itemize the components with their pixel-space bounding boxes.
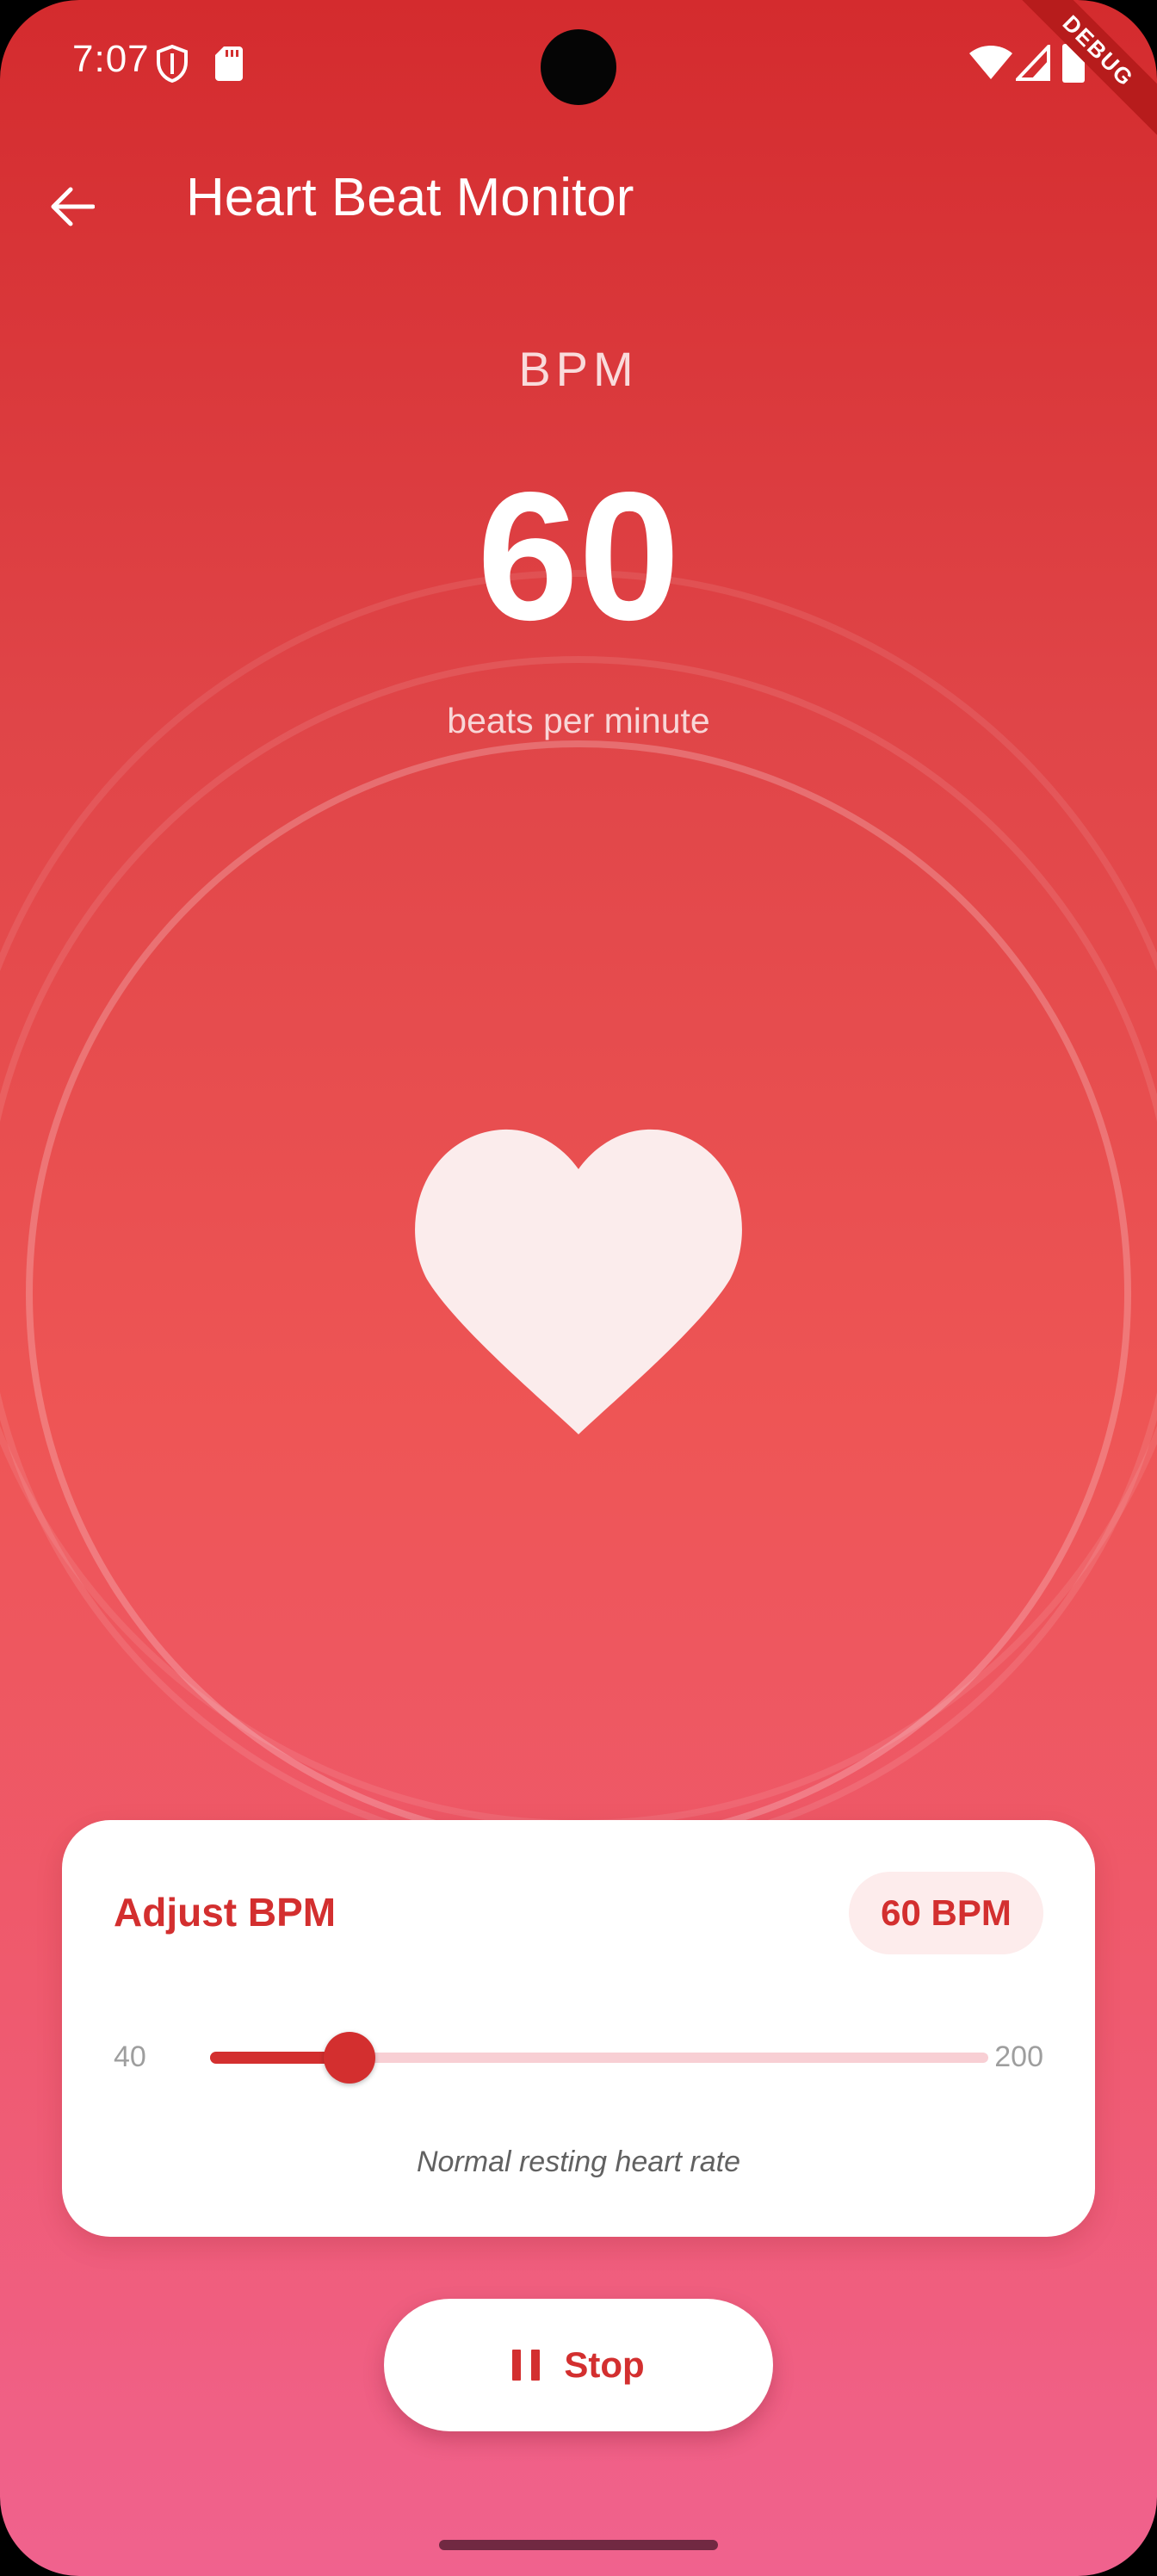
pause-icon [512, 2350, 541, 2381]
app-bar: Heart Beat Monitor [0, 146, 1157, 258]
wifi-icon [969, 46, 1012, 79]
page-title: Heart Beat Monitor [186, 168, 634, 227]
stop-button-label: Stop [564, 2344, 645, 2385]
bpm-slider[interactable] [210, 2018, 988, 2101]
card-title: Adjust BPM [114, 1890, 337, 1935]
screen: 7:07 DEBUG Heart Beat Monitor BPM 60 bea… [0, 0, 1157, 2576]
slider-thumb[interactable] [323, 2032, 375, 2084]
status-bar: 7:07 DEBUG [0, 0, 1157, 143]
bpm-label: BPM [518, 342, 639, 396]
home-indicator [439, 2540, 718, 2550]
slider-min-label: 40 [114, 2040, 146, 2073]
adjust-bpm-card: Adjust BPM 60 BPM 40 200 Normal resting … [62, 1820, 1095, 2237]
bpm-value: 60 [477, 454, 680, 658]
heart-icon [415, 1129, 742, 1434]
bpm-unit-label: beats per minute [447, 701, 710, 740]
back-button[interactable] [34, 169, 110, 245]
heart-rate-caption: Normal resting heart rate [416, 2146, 741, 2178]
stop-button[interactable]: Stop [384, 2299, 773, 2431]
slider-max-label: 200 [994, 2040, 1043, 2073]
arrow-back-icon [51, 187, 95, 226]
sd-card-icon [215, 46, 243, 81]
camera-cutout [541, 29, 616, 105]
status-time: 7:07 [72, 38, 150, 80]
bpm-chip: 60 BPM [849, 1872, 1043, 1954]
shield-icon [157, 45, 188, 83]
signal-icon [1016, 45, 1050, 81]
